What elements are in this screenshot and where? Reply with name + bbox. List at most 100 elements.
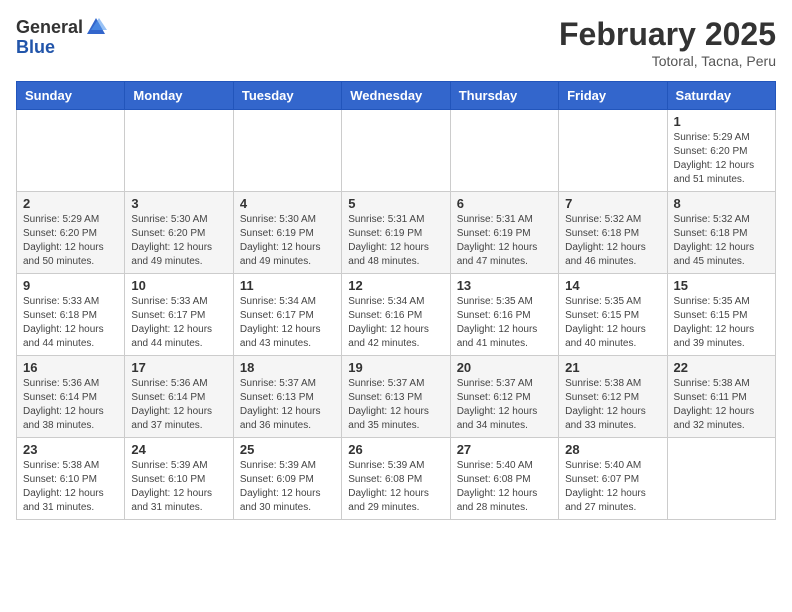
day-info: Sunrise: 5:37 AM Sunset: 6:12 PM Dayligh…: [457, 377, 552, 433]
day-info: Sunrise: 5:31 AM Sunset: 6:19 PM Dayligh…: [457, 213, 552, 269]
day-info: Sunrise: 5:36 AM Sunset: 6:14 PM Dayligh…: [23, 377, 118, 433]
calendar-cell: 28 Sunrise: 5:40 AM Sunset: 6:07 PM Dayli…: [559, 438, 667, 520]
calendar-cell: 6 Sunrise: 5:31 AM Sunset: 6:19 PM Daylig…: [450, 192, 558, 274]
calendar-cell: 2 Sunrise: 5:29 AM Sunset: 6:20 PM Daylig…: [17, 192, 125, 274]
calendar-cell: 8 Sunrise: 5:32 AM Sunset: 6:18 PM Daylig…: [667, 192, 775, 274]
calendar-cell: 25Sunrise: 5:39 AM Sunset: 6:09 PM Dayli…: [233, 438, 341, 520]
location-title: Totoral, Tacna, Peru: [559, 53, 776, 69]
day-number: 23: [23, 442, 118, 457]
day-number: 9: [23, 278, 118, 293]
logo-icon: [85, 16, 107, 38]
calendar-body: 1 Sunrise: 5:29 AM Sunset: 6:20 PM Daylig…: [17, 110, 776, 520]
day-info: Sunrise: 5:37 AM Sunset: 6:13 PM Dayligh…: [348, 377, 443, 433]
calendar-cell: 14 Sunrise: 5:35 AM Sunset: 6:15 PM Dayli…: [559, 274, 667, 356]
day-number: 2: [23, 196, 118, 211]
weekday-header-sunday: Sunday: [17, 82, 125, 110]
week-row-2: 9Sunrise: 5:33 AM Sunset: 6:18 PM Daylig…: [17, 274, 776, 356]
day-number: 19: [348, 360, 443, 375]
weekday-header-friday: Friday: [559, 82, 667, 110]
logo-blue: Blue: [16, 37, 55, 57]
day-number: 28: [565, 442, 660, 457]
month-title: February 2025: [559, 16, 776, 53]
day-info: Sunrise: 5:34 AM Sunset: 6:16 PM Dayligh…: [348, 295, 443, 351]
calendar-cell: 15Sunrise: 5:35 AM Sunset: 6:15 PM Dayli…: [667, 274, 775, 356]
day-number: 8: [674, 196, 769, 211]
day-number: 22: [674, 360, 769, 375]
day-number: 15: [674, 278, 769, 293]
day-number: 21: [565, 360, 660, 375]
calendar-cell: 5 Sunrise: 5:31 AM Sunset: 6:19 PM Daylig…: [342, 192, 450, 274]
day-info: Sunrise: 5:35 AM Sunset: 6:16 PM Dayligh…: [457, 295, 552, 351]
day-info: Sunrise: 5:39 AM Sunset: 6:08 PM Dayligh…: [348, 459, 443, 515]
calendar-cell: 22 Sunrise: 5:38 AM Sunset: 6:11 PM Dayli…: [667, 356, 775, 438]
calendar-cell: 23 Sunrise: 5:38 AM Sunset: 6:10 PM Dayli…: [17, 438, 125, 520]
day-info: Sunrise: 5:33 AM Sunset: 6:17 PM Dayligh…: [131, 295, 226, 351]
day-info: Sunrise: 5:38 AM Sunset: 6:11 PM Dayligh…: [674, 377, 769, 433]
calendar-cell: 20 Sunrise: 5:37 AM Sunset: 6:12 PM Dayli…: [450, 356, 558, 438]
calendar-cell: 13 Sunrise: 5:35 AM Sunset: 6:16 PM Dayli…: [450, 274, 558, 356]
day-number: 10: [131, 278, 226, 293]
calendar-cell: 18 Sunrise: 5:37 AM Sunset: 6:13 PM Dayli…: [233, 356, 341, 438]
calendar-cell: [667, 438, 775, 520]
calendar-cell: 4 Sunrise: 5:30 AM Sunset: 6:19 PM Daylig…: [233, 192, 341, 274]
calendar-cell: [125, 110, 233, 192]
calendar-cell: 11 Sunrise: 5:34 AM Sunset: 6:17 PM Dayli…: [233, 274, 341, 356]
calendar-cell: [450, 110, 558, 192]
day-info: Sunrise: 5:37 AM Sunset: 6:13 PM Dayligh…: [240, 377, 335, 433]
weekday-header-tuesday: Tuesday: [233, 82, 341, 110]
day-info: Sunrise: 5:32 AM Sunset: 6:18 PM Dayligh…: [565, 213, 660, 269]
calendar-cell: 3Sunrise: 5:30 AM Sunset: 6:20 PM Daylig…: [125, 192, 233, 274]
calendar-cell: 24 Sunrise: 5:39 AM Sunset: 6:10 PM Dayli…: [125, 438, 233, 520]
day-number: 5: [348, 196, 443, 211]
day-info: Sunrise: 5:31 AM Sunset: 6:19 PM Dayligh…: [348, 213, 443, 269]
calendar: SundayMondayTuesdayWednesdayThursdayFrid…: [16, 81, 776, 520]
page-header: General Blue February 2025 Totoral, Tacn…: [16, 16, 776, 69]
logo: General Blue: [16, 16, 107, 58]
day-info: Sunrise: 5:39 AM Sunset: 6:10 PM Dayligh…: [131, 459, 226, 515]
day-info: Sunrise: 5:29 AM Sunset: 6:20 PM Dayligh…: [23, 213, 118, 269]
day-number: 4: [240, 196, 335, 211]
day-info: Sunrise: 5:30 AM Sunset: 6:20 PM Dayligh…: [131, 213, 226, 269]
day-number: 11: [240, 278, 335, 293]
day-number: 13: [457, 278, 552, 293]
day-number: 26: [348, 442, 443, 457]
day-info: Sunrise: 5:30 AM Sunset: 6:19 PM Dayligh…: [240, 213, 335, 269]
day-number: 24: [131, 442, 226, 457]
calendar-cell: [342, 110, 450, 192]
week-row-3: 16Sunrise: 5:36 AM Sunset: 6:14 PM Dayli…: [17, 356, 776, 438]
weekday-header-saturday: Saturday: [667, 82, 775, 110]
day-number: 17: [131, 360, 226, 375]
day-number: 27: [457, 442, 552, 457]
day-info: Sunrise: 5:32 AM Sunset: 6:18 PM Dayligh…: [674, 213, 769, 269]
day-number: 6: [457, 196, 552, 211]
day-number: 12: [348, 278, 443, 293]
day-info: Sunrise: 5:40 AM Sunset: 6:07 PM Dayligh…: [565, 459, 660, 515]
day-info: Sunrise: 5:38 AM Sunset: 6:12 PM Dayligh…: [565, 377, 660, 433]
day-info: Sunrise: 5:34 AM Sunset: 6:17 PM Dayligh…: [240, 295, 335, 351]
calendar-cell: 1Sunrise: 5:29 AM Sunset: 6:20 PM Daylig…: [667, 110, 775, 192]
day-info: Sunrise: 5:38 AM Sunset: 6:10 PM Dayligh…: [23, 459, 118, 515]
calendar-cell: 10 Sunrise: 5:33 AM Sunset: 6:17 PM Dayli…: [125, 274, 233, 356]
logo-general: General: [16, 18, 83, 36]
day-info: Sunrise: 5:40 AM Sunset: 6:08 PM Dayligh…: [457, 459, 552, 515]
weekday-header-monday: Monday: [125, 82, 233, 110]
day-number: 14: [565, 278, 660, 293]
week-row-0: 1Sunrise: 5:29 AM Sunset: 6:20 PM Daylig…: [17, 110, 776, 192]
weekday-header-thursday: Thursday: [450, 82, 558, 110]
calendar-cell: [559, 110, 667, 192]
weekday-header-row: SundayMondayTuesdayWednesdayThursdayFrid…: [17, 82, 776, 110]
day-info: Sunrise: 5:39 AM Sunset: 6:09 PM Dayligh…: [240, 459, 335, 515]
calendar-cell: 26 Sunrise: 5:39 AM Sunset: 6:08 PM Dayli…: [342, 438, 450, 520]
day-info: Sunrise: 5:35 AM Sunset: 6:15 PM Dayligh…: [565, 295, 660, 351]
day-number: 20: [457, 360, 552, 375]
day-number: 18: [240, 360, 335, 375]
day-number: 1: [674, 114, 769, 129]
calendar-cell: 17Sunrise: 5:36 AM Sunset: 6:14 PM Dayli…: [125, 356, 233, 438]
calendar-cell: [233, 110, 341, 192]
calendar-cell: 27 Sunrise: 5:40 AM Sunset: 6:08 PM Dayli…: [450, 438, 558, 520]
week-row-4: 23 Sunrise: 5:38 AM Sunset: 6:10 PM Dayli…: [17, 438, 776, 520]
calendar-cell: 16Sunrise: 5:36 AM Sunset: 6:14 PM Dayli…: [17, 356, 125, 438]
calendar-cell: [17, 110, 125, 192]
calendar-cell: 19 Sunrise: 5:37 AM Sunset: 6:13 PM Dayli…: [342, 356, 450, 438]
calendar-cell: 21 Sunrise: 5:38 AM Sunset: 6:12 PM Dayli…: [559, 356, 667, 438]
